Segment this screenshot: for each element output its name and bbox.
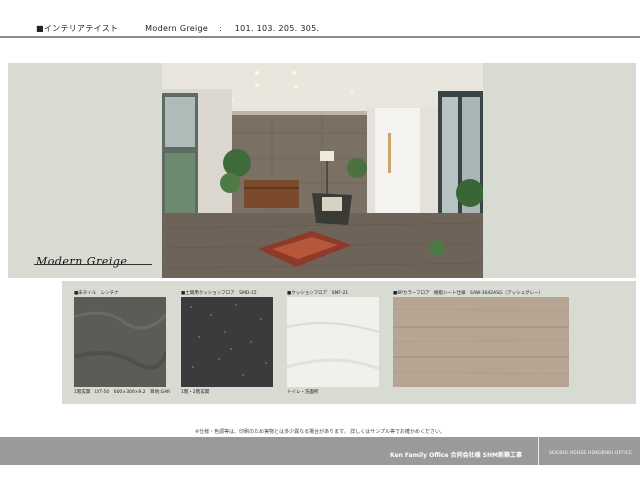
footer-bar: Ken Family Office 合同会社様 SHM新築工事 SEKISUI … bbox=[0, 437, 640, 465]
footer-divider bbox=[538, 437, 539, 465]
swatch-caption-doma-cushion: 1階・2階玄関 bbox=[181, 390, 210, 395]
swatch-label-doma-cushion: ■土間用クッションフロア SMD-15 bbox=[181, 291, 257, 296]
swatch-floor-tile bbox=[73, 297, 168, 387]
swatch-label-floor-tile: ■床タイル レンチナ bbox=[74, 291, 119, 296]
disclaimer-note: ※仕様・色調等は、印刷のため実物とは多少異なる場合があります。 詳しくはサンプル… bbox=[194, 429, 446, 435]
header-line: ■インテリアテイスト Modern Greige : 101. 103. 205… bbox=[36, 23, 319, 34]
swatch-label-cushion-floor: ■クッションフロア SMF-21 bbox=[287, 291, 349, 296]
header-divider bbox=[0, 36, 640, 38]
style-title: Modern Greige bbox=[36, 250, 127, 269]
swatch-color-floor bbox=[392, 297, 570, 387]
footer-office-name: SEKISUI HOUSE HOKURIKU OFFICE bbox=[549, 451, 633, 456]
swatch-cushion-floor bbox=[286, 297, 380, 387]
swatch-caption-cushion-floor: トイレ・洗面所 bbox=[287, 390, 319, 395]
interior-photo-illustration bbox=[162, 63, 483, 278]
header-category: ■インテリアテイスト bbox=[36, 24, 119, 33]
title-underline bbox=[34, 264, 152, 265]
header-room-numbers: 101. 103. 205. 305. bbox=[234, 24, 320, 33]
page-header: ■インテリアテイスト Modern Greige : 101. 103. 205… bbox=[0, 0, 640, 38]
swatch-doma-cushion bbox=[181, 297, 273, 387]
footer-project-name: Ken Family Office 合同会社様 SHM新築工事 bbox=[389, 452, 522, 459]
swatch-caption-floor-tile: 1階玄関 LYT-50 600×300×9.2 目地:GAR bbox=[74, 390, 171, 395]
header-theme: Modern Greige bbox=[145, 24, 209, 33]
swatch-label-color-floor: ■8Pカラーフロア 樹脂シート仕様 SAW-3042ASG（アッシュグレー） bbox=[393, 291, 544, 296]
style-title-text: Modern Greige bbox=[36, 255, 128, 268]
header-colon: : bbox=[218, 24, 222, 33]
interior-photo bbox=[162, 63, 483, 278]
